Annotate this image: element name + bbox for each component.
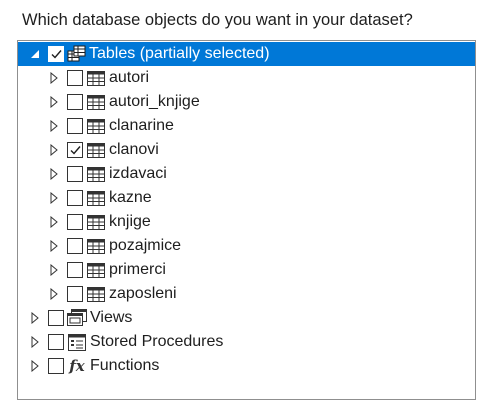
expand-arrow-icon[interactable] (48, 192, 60, 204)
table-checkbox[interactable] (67, 286, 83, 302)
tree-node-functions[interactable]: fx Functions (18, 354, 475, 378)
expand-arrow-icon[interactable] (48, 72, 60, 84)
expand-arrow-icon[interactable] (48, 120, 60, 132)
table-label: zaposleni (109, 285, 177, 302)
expand-arrow-icon[interactable] (29, 360, 41, 372)
table-icon (86, 117, 106, 135)
tree-node-views[interactable]: Views (18, 306, 475, 330)
table-label: izdavaci (109, 165, 167, 182)
stored-procedure-icon (67, 333, 87, 351)
table-icon (86, 93, 106, 111)
table-label: autori_knjige (109, 93, 200, 110)
database-objects-tree[interactable]: Tables (partially selected) autori autor… (17, 40, 476, 400)
table-icon (86, 285, 106, 303)
table-icon (86, 189, 106, 207)
tree-node-table[interactable]: izdavaci (18, 162, 475, 186)
tables-folder-icon (66, 45, 86, 63)
table-icon (86, 237, 106, 255)
expand-arrow-icon[interactable] (48, 288, 60, 300)
views-checkbox[interactable] (48, 310, 64, 326)
table-label: primerci (109, 261, 166, 278)
tree-node-table[interactable]: autori (18, 66, 475, 90)
table-checkbox[interactable] (67, 190, 83, 206)
tree-node-table[interactable]: autori_knjige (18, 90, 475, 114)
tables-checkbox[interactable] (48, 46, 64, 62)
table-label: clanarine (109, 117, 174, 134)
tree-node-tables[interactable]: Tables (partially selected) (18, 42, 475, 66)
tree-node-stored-procedures-label: Stored Procedures (90, 333, 224, 350)
table-checkbox[interactable] (67, 166, 83, 182)
table-checkbox-checked[interactable] (67, 142, 83, 158)
tree-node-table[interactable]: clanovi (18, 138, 475, 162)
table-checkbox[interactable] (67, 214, 83, 230)
expand-arrow-icon[interactable] (48, 216, 60, 228)
tree-node-table[interactable]: knjige (18, 210, 475, 234)
expand-arrow-icon[interactable] (48, 168, 60, 180)
tree-node-stored-procedures[interactable]: Stored Procedures (18, 330, 475, 354)
table-icon (86, 69, 106, 87)
stored-procedures-checkbox[interactable] (48, 334, 64, 350)
table-icon (86, 261, 106, 279)
expand-arrow-icon[interactable] (48, 264, 60, 276)
tree-node-table[interactable]: kazne (18, 186, 475, 210)
table-checkbox[interactable] (67, 94, 83, 110)
table-icon (86, 213, 106, 231)
expand-arrow-icon[interactable] (48, 144, 60, 156)
table-label: kazne (109, 189, 152, 206)
tree-node-functions-label: Functions (90, 357, 160, 374)
dialog-question: Which database objects do you want in yo… (22, 11, 413, 29)
expand-arrow-icon[interactable] (48, 240, 60, 252)
table-label: knjige (109, 213, 151, 230)
expand-arrow-icon[interactable] (29, 312, 41, 324)
tree-node-table[interactable]: primerci (18, 258, 475, 282)
table-checkbox[interactable] (67, 70, 83, 86)
expand-arrow-icon[interactable] (48, 96, 60, 108)
table-icon (86, 141, 106, 159)
tree-node-table[interactable]: clanarine (18, 114, 475, 138)
table-checkbox[interactable] (67, 118, 83, 134)
tree-node-table[interactable]: pozajmice (18, 234, 475, 258)
expand-arrow-icon[interactable] (29, 336, 41, 348)
table-checkbox[interactable] (67, 238, 83, 254)
function-icon: fx (69, 357, 85, 375)
views-icon (67, 309, 87, 327)
tree-node-table[interactable]: zaposleni (18, 282, 475, 306)
table-label: clanovi (109, 141, 159, 158)
table-checkbox[interactable] (67, 262, 83, 278)
table-label: pozajmice (109, 237, 182, 254)
tree-node-views-label: Views (90, 309, 133, 326)
collapse-arrow-icon[interactable] (29, 48, 41, 60)
functions-checkbox[interactable] (48, 358, 64, 374)
table-icon (86, 165, 106, 183)
table-label: autori (109, 69, 150, 86)
tree-node-tables-label: Tables (partially selected) (89, 45, 270, 62)
